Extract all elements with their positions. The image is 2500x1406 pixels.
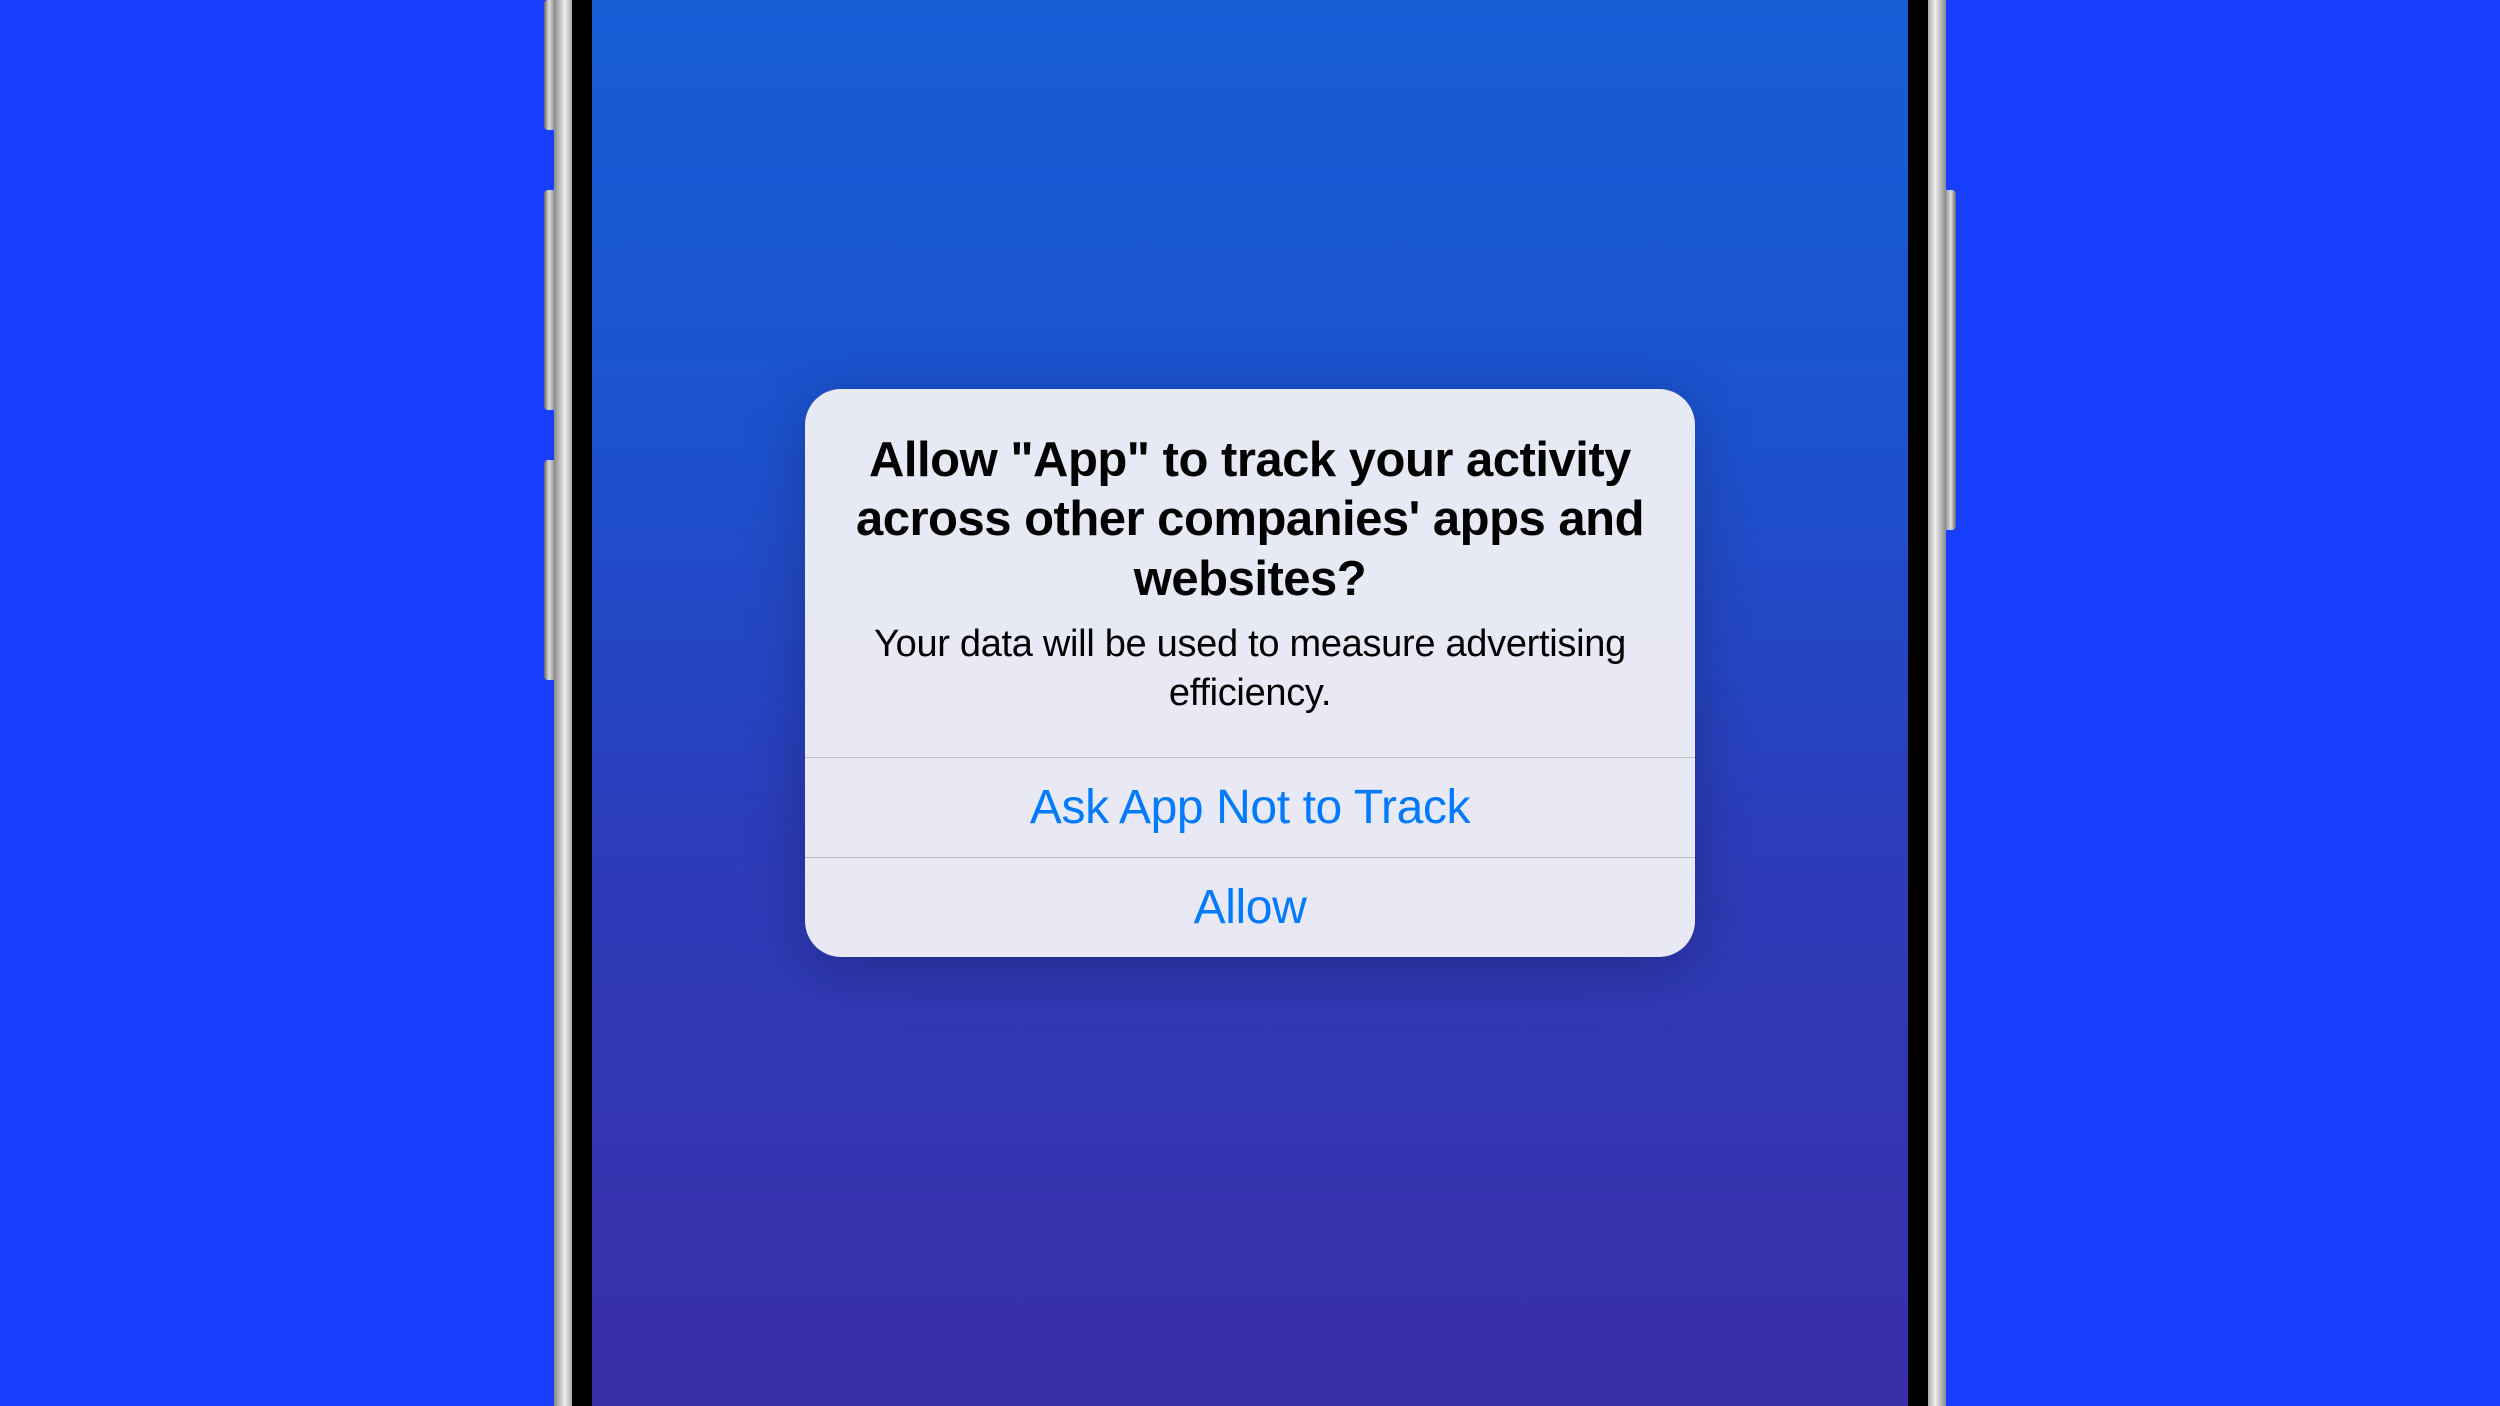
phone-side-left [554,0,572,1406]
volume-up-button [544,190,554,410]
alert-title: Allow "App" to track your activity acros… [845,431,1655,610]
phone-screen: Allow "App" to track your activity acros… [592,0,1908,1406]
volume-down-button [544,460,554,680]
phone-frame: Allow "App" to track your activity acros… [555,0,1945,1406]
phone-body: Allow "App" to track your activity acros… [560,0,1940,1406]
power-button [1946,190,1956,530]
alert-description: Your data will be used to measure advert… [845,620,1655,717]
mute-switch [544,0,554,130]
alert-content: Allow "App" to track your activity acros… [805,389,1695,758]
tracking-permission-alert: Allow "App" to track your activity acros… [805,389,1695,958]
allow-button[interactable]: Allow [805,857,1695,957]
ask-not-to-track-button[interactable]: Ask App Not to Track [805,757,1695,857]
phone-side-right [1928,0,1946,1406]
